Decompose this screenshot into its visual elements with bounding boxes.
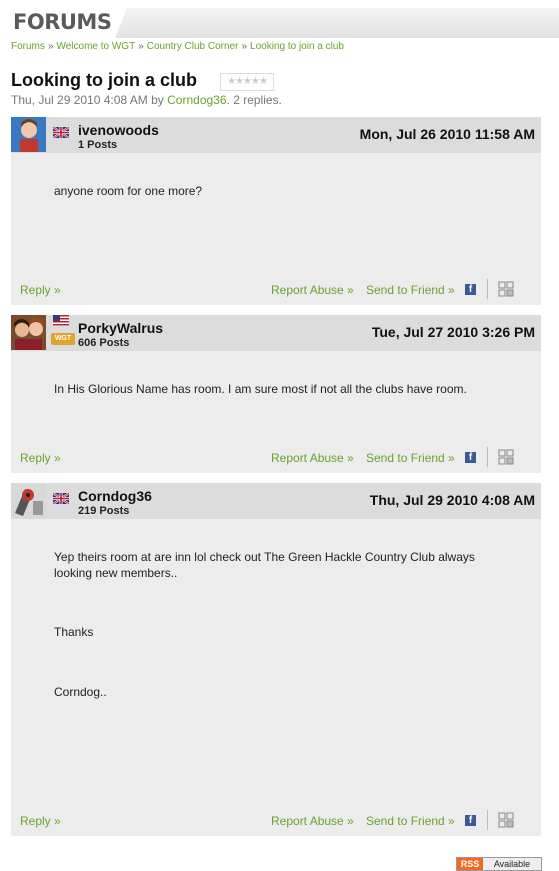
post-header: Corndog36 219 Posts Thu, Jul 29 2010 4:0…: [11, 483, 541, 519]
send-to-friend-button[interactable]: Send to Friend »: [366, 814, 455, 828]
post-text: Yep theirs room at are inn lol check out…: [54, 550, 475, 580]
rss-status: Available: [483, 858, 541, 870]
send-to-friend-button[interactable]: Send to Friend »: [366, 283, 455, 297]
post-count: 606 Posts: [78, 337, 130, 349]
post: Corndog36 219 Posts Thu, Jul 29 2010 4:0…: [11, 483, 541, 836]
thread-by: by: [151, 93, 164, 107]
send-to-friend-button[interactable]: Send to Friend »: [366, 451, 455, 465]
post-footer: Reply » Report Abuse » Send to Friend » …: [11, 279, 541, 301]
avatar[interactable]: [11, 117, 46, 152]
uk-flag-icon: [53, 493, 69, 504]
breadcrumb-thread[interactable]: Looking to join a club: [250, 41, 344, 52]
post-username[interactable]: Corndog36: [78, 488, 152, 504]
post-date: Mon, Jul 26 2010 11:58 AM: [359, 126, 535, 142]
breadcrumb-separator: »: [241, 41, 248, 52]
thread-date: Thu, Jul 29 2010 4:08 AM: [11, 93, 148, 107]
forums-tab: FORUMS: [11, 8, 127, 38]
post-date: Thu, Jul 29 2010 4:08 AM: [369, 492, 535, 508]
post-body: Corndog..: [54, 684, 504, 700]
uk-flag-icon: [53, 127, 69, 138]
post-body: In His Glorious Name has room. I am sure…: [54, 381, 504, 397]
reply-button[interactable]: Reply »: [20, 451, 61, 465]
post-count: 1 Posts: [78, 139, 118, 151]
divider: [487, 810, 488, 830]
rating-stars[interactable]: ★★★★★: [220, 73, 274, 91]
thread-replies: . 2 replies.: [226, 93, 282, 107]
breadcrumb-forums[interactable]: Forums: [11, 41, 45, 52]
post-header: ivenowoods 1 Posts Mon, Jul 26 2010 11:5…: [11, 117, 541, 153]
thread-author-link[interactable]: Corndog36: [167, 93, 226, 107]
post-text: Corndog..: [54, 685, 107, 699]
share-icon[interactable]: [498, 449, 514, 465]
reply-button[interactable]: Reply »: [20, 283, 61, 297]
rss-badge[interactable]: RSS Available: [456, 857, 542, 871]
facebook-icon[interactable]: f: [465, 452, 476, 463]
breadcrumb-country-club[interactable]: Country Club Corner: [147, 41, 239, 52]
breadcrumb: Forums» Welcome to WGT» Country Club Corne…: [11, 41, 344, 52]
facebook-icon[interactable]: f: [465, 815, 476, 826]
post-date: Tue, Jul 27 2010 3:26 PM: [371, 324, 535, 340]
share-icon[interactable]: [498, 812, 514, 828]
thread-title: Looking to join a club: [11, 70, 197, 90]
breadcrumb-separator: »: [47, 41, 54, 52]
post: ivenowoods 1 Posts Mon, Jul 26 2010 11:5…: [11, 117, 541, 305]
post: WGT PorkyWalrus 606 Posts Tue, Jul 27 20…: [11, 315, 541, 473]
post-footer: Reply » Report Abuse » Send to Friend » …: [11, 810, 541, 832]
thread-meta: Thu, Jul 29 2010 4:08 AM by Corndog36. 2…: [11, 93, 282, 107]
post-body: Thanks: [54, 624, 504, 640]
post-header: WGT PorkyWalrus 606 Posts Tue, Jul 27 20…: [11, 315, 541, 351]
report-abuse-button[interactable]: Report Abuse »: [271, 283, 354, 297]
reply-button[interactable]: Reply »: [20, 814, 61, 828]
breadcrumb-welcome[interactable]: Welcome to WGT: [56, 41, 135, 52]
forums-header: FORUMS: [11, 8, 559, 38]
report-abuse-button[interactable]: Report Abuse »: [271, 814, 354, 828]
divider: [487, 279, 488, 299]
post-text: anyone room for one more?: [54, 184, 203, 198]
post-text: In His Glorious Name has room. I am sure…: [54, 382, 467, 396]
post-username[interactable]: PorkyWalrus: [78, 320, 163, 336]
facebook-icon[interactable]: f: [465, 284, 476, 295]
rss-icon: RSS: [457, 858, 483, 870]
post-username[interactable]: ivenowoods: [78, 122, 159, 138]
post-body: anyone room for one more?: [54, 183, 504, 199]
page-title: FORUMS: [13, 10, 112, 34]
post-body: Yep theirs room at are inn lol check out…: [54, 549, 504, 581]
us-flag-icon: [53, 315, 69, 326]
report-abuse-button[interactable]: Report Abuse »: [271, 451, 354, 465]
avatar[interactable]: [11, 315, 46, 350]
breadcrumb-separator: »: [138, 41, 144, 52]
avatar[interactable]: [11, 483, 46, 518]
post-count: 219 Posts: [78, 505, 130, 517]
share-icon[interactable]: [498, 281, 514, 297]
wgt-badge-icon: WGT: [51, 333, 75, 345]
post-footer: Reply » Report Abuse » Send to Friend » …: [11, 447, 541, 469]
divider: [487, 447, 488, 467]
post-text: Thanks: [54, 625, 94, 639]
